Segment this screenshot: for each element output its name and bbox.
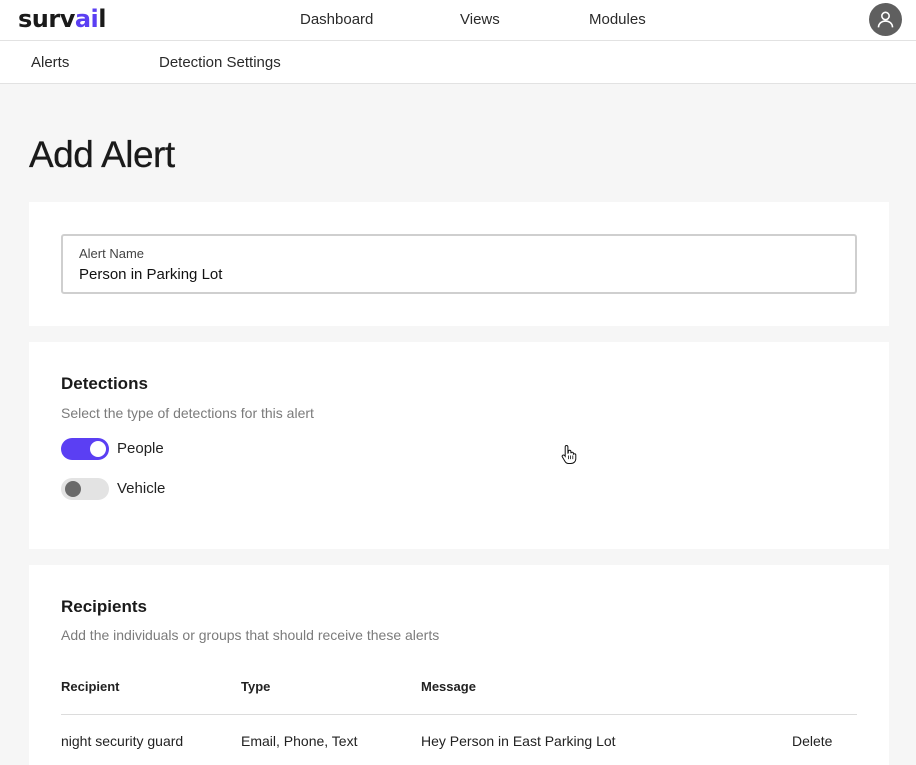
people-toggle[interactable]: [61, 438, 109, 460]
vehicle-toggle[interactable]: [61, 478, 109, 500]
detections-heading: Detections: [61, 374, 148, 393]
column-header-type: Type: [241, 679, 271, 694]
nav-views[interactable]: Views: [460, 11, 500, 29]
alert-name-input[interactable]: [79, 266, 839, 284]
people-toggle-row[interactable]: People: [61, 438, 261, 460]
logo-text-accent: ai: [74, 5, 99, 33]
alert-name-label: Alert Name: [79, 246, 145, 261]
top-nav-bar: survail Dashboard Views Modules: [0, 0, 916, 41]
toggle-knob: [90, 441, 106, 457]
logo-text-suffix: l: [98, 5, 107, 33]
vehicle-toggle-row[interactable]: Vehicle: [61, 478, 261, 500]
logo-text-prefix: surv: [18, 5, 75, 33]
toggle-knob: [65, 481, 81, 497]
page-title: Add Alert: [29, 134, 175, 175]
user-icon: [877, 11, 894, 28]
subnav-detection-settings[interactable]: Detection Settings: [159, 54, 281, 72]
row-type: Email, Phone, Text: [241, 733, 358, 749]
delete-recipient-button[interactable]: Delete: [792, 733, 832, 750]
people-toggle-label: People: [117, 440, 164, 457]
sub-nav-bar: Alerts Detection Settings: [0, 41, 916, 84]
recipients-description: Add the individuals or groups that shoul…: [61, 627, 440, 643]
subnav-alerts[interactable]: Alerts: [31, 54, 69, 72]
nav-dashboard[interactable]: Dashboard: [300, 11, 373, 29]
table-divider: [61, 714, 857, 715]
hand-cursor-icon: [561, 444, 577, 464]
row-recipient: night security guard: [61, 733, 184, 749]
row-message: Hey Person in East Parking Lot: [421, 733, 616, 749]
column-header-message: Message: [421, 679, 476, 694]
user-avatar-button[interactable]: [869, 3, 902, 36]
nav-modules[interactable]: Modules: [589, 11, 646, 29]
detections-card: Detections Select the type of detections…: [29, 342, 889, 549]
detections-description: Select the type of detections for this a…: [61, 405, 314, 421]
vehicle-toggle-label: Vehicle: [117, 480, 166, 497]
survail-logo[interactable]: survail: [18, 4, 106, 34]
alert-name-card: Alert Name: [29, 202, 889, 326]
alert-name-field[interactable]: Alert Name: [61, 234, 857, 294]
recipients-heading: Recipients: [61, 597, 147, 616]
recipients-card: Recipients Add the individuals or groups…: [29, 565, 889, 765]
column-header-recipient: Recipient: [61, 679, 120, 694]
